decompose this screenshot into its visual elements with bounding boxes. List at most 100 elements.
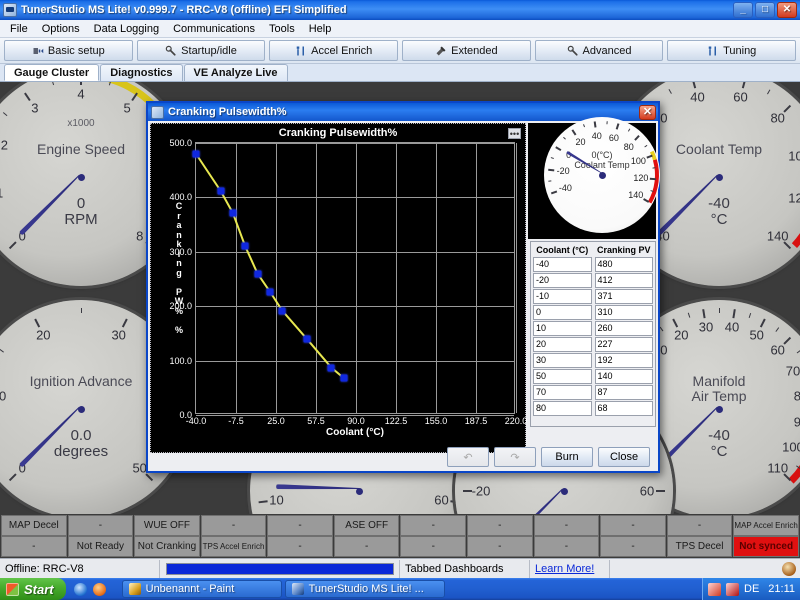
table-cell[interactable]: 10	[533, 321, 592, 336]
close-icon[interactable]: ✕	[777, 2, 797, 18]
status-spacer	[610, 560, 782, 578]
internet-explorer-icon[interactable]	[73, 582, 87, 596]
table-cell[interactable]: 227	[594, 337, 653, 352]
table-cell[interactable]: -10	[533, 289, 592, 304]
taskbar-task[interactable]: Unbenannt - Paint	[121, 580, 282, 598]
taskbar-language[interactable]: DE	[744, 583, 759, 595]
taskbar-task-label: TunerStudio MS Lite! ...	[308, 583, 424, 595]
progress-bar	[165, 562, 394, 575]
window-titlebar: TunerStudio MS Lite! v0.999.7 - RRC-V8 (…	[0, 0, 800, 20]
wrench-icon	[567, 45, 579, 57]
chart-data-point[interactable]	[278, 307, 286, 315]
gauge-hub	[77, 173, 85, 181]
menu-item-options[interactable]: Options	[36, 21, 86, 37]
indicator-cell: Not Cranking	[134, 536, 200, 557]
chart-data-point[interactable]	[241, 242, 249, 250]
close-button[interactable]: Close	[598, 447, 650, 467]
toolbar-button-tuning[interactable]: Tuning	[667, 40, 797, 61]
chart-y-tick-label: 0.0	[179, 410, 192, 420]
taskbar-clock[interactable]: 21:11	[768, 583, 795, 595]
table-cell[interactable]: 192	[594, 353, 653, 368]
menu-item-tools[interactable]: Tools	[263, 21, 301, 37]
toolbar-button-accel-enrich[interactable]: Accel Enrich	[269, 40, 399, 61]
gauge-tick-label: 50	[132, 460, 147, 476]
redo-button: ↷	[494, 447, 536, 467]
menu-item-help[interactable]: Help	[303, 21, 338, 37]
dialog-close-icon[interactable]: ✕	[639, 104, 656, 120]
chart-data-point[interactable]	[327, 364, 335, 372]
table-cell[interactable]: 412	[594, 273, 653, 288]
table-cell[interactable]: 68	[594, 401, 653, 416]
windows-flag-icon	[6, 582, 19, 596]
table-cell[interactable]: 20	[533, 337, 592, 352]
minimize-button[interactable]: _	[733, 2, 753, 18]
table-cell[interactable]: -40	[533, 257, 592, 272]
taskbar-task[interactable]: TunerStudio MS Lite! ...	[284, 580, 445, 598]
maximize-button[interactable]: □	[755, 2, 775, 18]
chart-y-tick-label: 100.0	[169, 355, 192, 366]
gauge-tick-label: 20	[575, 137, 586, 148]
menu-item-data-logging[interactable]: Data Logging	[88, 21, 165, 37]
firefox-icon[interactable]	[92, 582, 106, 596]
chart-data-point[interactable]	[229, 209, 237, 217]
task-list: Unbenannt - Paint TunerStudio MS Lite! ..…	[114, 580, 702, 598]
indicator-cell: MAP Decel	[1, 515, 67, 536]
indicator-cell: -	[1, 536, 67, 557]
indicator-cell: -	[533, 515, 600, 536]
menu-item-file[interactable]: File	[4, 21, 34, 37]
table-cell[interactable]: 260	[594, 321, 653, 336]
tab-diagnostics[interactable]: Diagnostics	[100, 64, 183, 81]
table-cell[interactable]: 87	[594, 385, 653, 400]
dialog-gauge-panel: -40 -20 0 20 40 60 80 100 120 140 Coolant Temp 0(°C…	[528, 117, 660, 239]
chart-data-point[interactable]	[217, 187, 225, 195]
chart-menu-button[interactable]: •••	[508, 128, 521, 139]
chart-x-tick-label: 25.0	[267, 416, 285, 426]
learn-more-link[interactable]: Learn More!	[535, 563, 594, 575]
table-cell[interactable]: 30	[533, 353, 592, 368]
chart-data-point[interactable]	[266, 288, 274, 295]
dialog-body: Cranking Pulsewidth% ••• Cr a n k i n g P W%% -4…	[148, 117, 660, 471]
tab-gauge-cluster[interactable]: Gauge Cluster	[4, 64, 100, 81]
start-label: Start	[24, 581, 54, 597]
tray-antivirus-icon[interactable]	[726, 582, 739, 596]
chart-y-tick-label: 200.0	[169, 301, 192, 312]
burn-button[interactable]: Burn	[541, 447, 593, 467]
tab-ve-analyze-live[interactable]: VE Analyze Live	[183, 64, 288, 81]
dialog-button-bar: ↶ ↷ Burn Close	[148, 445, 658, 469]
toolbar-button-extended[interactable]: Extended	[402, 40, 531, 61]
toolbar-button-advanced[interactable]: Advanced	[534, 40, 664, 61]
table-header: Cranking PV	[596, 245, 651, 255]
table-cell[interactable]: 140	[594, 369, 653, 384]
gauge-tick-label: 30	[698, 319, 714, 335]
table-cell[interactable]: -20	[533, 273, 592, 288]
cranking-pulsewidth-dialog: Cranking Pulsewidth% ✕ Cranking Pulsewid…	[146, 101, 660, 473]
tray-network-icon[interactable]	[708, 582, 721, 596]
table-cell[interactable]: 0	[533, 305, 592, 320]
table-cell[interactable]: 480	[594, 257, 653, 272]
gauge-tick-label: 40	[724, 319, 740, 335]
gauge-tick-label: 4	[77, 86, 85, 102]
chart-data-point[interactable]	[303, 335, 311, 343]
quick-launch	[66, 582, 114, 596]
menu-item-communications[interactable]: Communications	[167, 21, 261, 37]
table-cell[interactable]: 70	[533, 385, 592, 400]
start-button[interactable]: Start	[0, 578, 66, 600]
toolbar-button-basic-setup[interactable]: Basic setup	[4, 40, 133, 61]
table-cell[interactable]: 50	[533, 369, 592, 384]
chart-data-point[interactable]	[340, 374, 348, 382]
table-cell[interactable]: 371	[594, 289, 653, 304]
tab-strip: Gauge Cluster Diagnostics VE Analyze Live	[0, 64, 800, 82]
paint-icon	[128, 583, 141, 595]
chart-plot-area[interactable]: -40.0 -7.5 25.0 57.5 90.0 122.5 155.0 187.5 220.…	[169, 138, 527, 426]
indicator-cell: -	[600, 536, 666, 557]
chart-data-point[interactable]	[192, 150, 200, 158]
indicator-cell: -	[333, 536, 400, 557]
learn-more-cell[interactable]: Learn More!	[530, 559, 610, 578]
dialog-title: Cranking Pulsewidth%	[168, 106, 287, 118]
undo-button: ↶	[447, 447, 489, 467]
gauge-tick-label: 8	[136, 228, 144, 244]
table-cell[interactable]: 310	[594, 305, 653, 320]
toolbar-button-startup-idle[interactable]: Startup/idle	[136, 40, 266, 61]
chart-data-point[interactable]	[254, 270, 262, 278]
table-cell[interactable]: 80	[533, 401, 592, 416]
